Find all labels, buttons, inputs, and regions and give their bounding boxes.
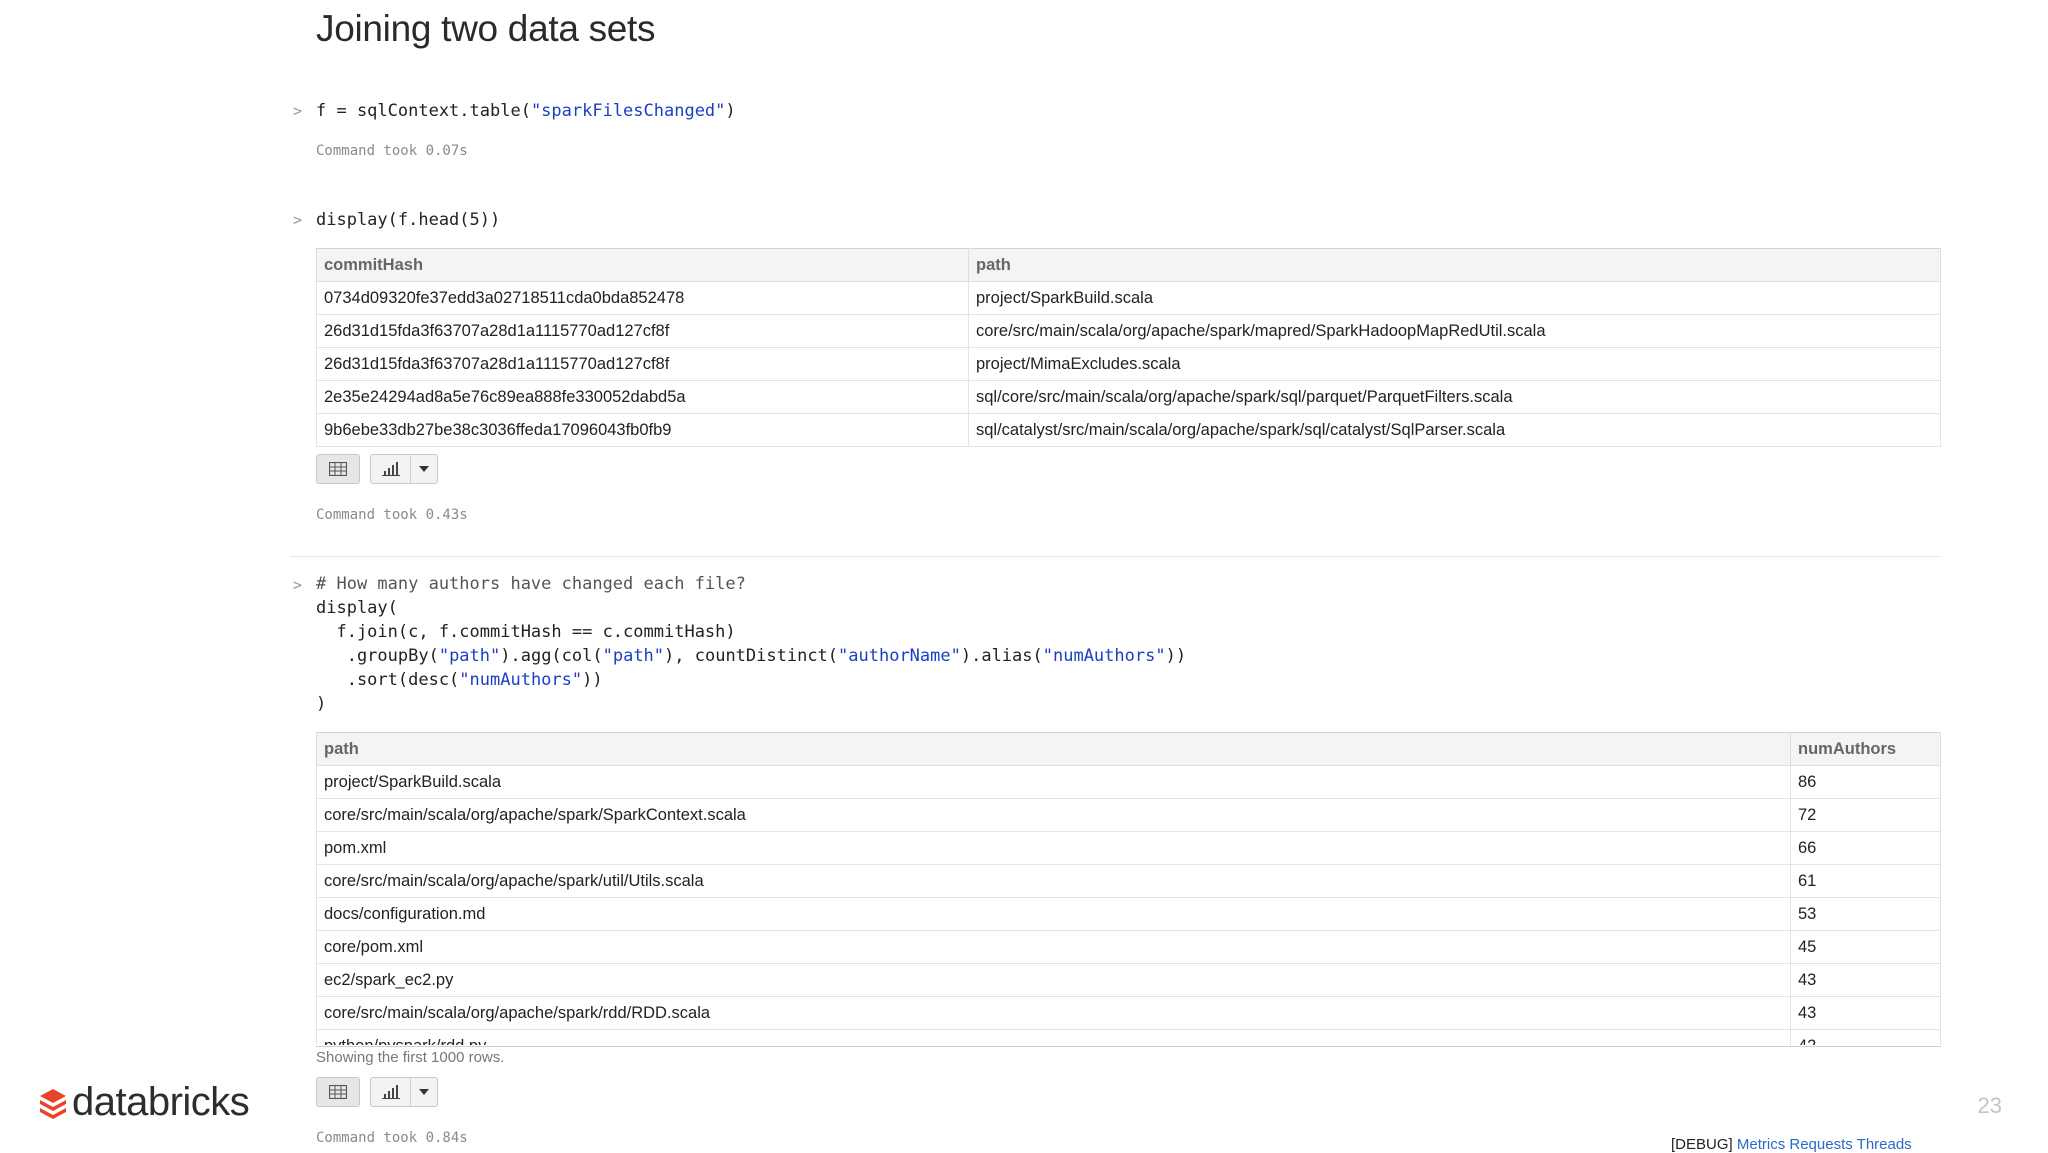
slide-title: Joining two data sets: [316, 8, 656, 49]
table-cell: core/src/main/scala/org/apache/spark/Spa…: [316, 798, 1791, 832]
table-cell: sql/catalyst/src/main/scala/org/apache/s…: [968, 413, 1941, 447]
result-table-commits: commitHash path 0734d09320fe37edd3a02718…: [316, 248, 1941, 447]
table-row: project/SparkBuild.scala 86: [316, 765, 1941, 799]
caret-down-icon[interactable]: [411, 1078, 437, 1106]
table-cell: core/src/main/scala/org/apache/spark/uti…: [316, 864, 1791, 898]
table-cell: 43: [1790, 996, 1941, 1030]
table-cell: 66: [1790, 831, 1941, 865]
table-row: 9b6ebe33db27be38c3036ffeda17096043fb0fb9…: [316, 413, 1941, 447]
table-cell: 45: [1790, 930, 1941, 964]
cell3-code[interactable]: # How many authors have changed each fil…: [316, 572, 1186, 716]
view-toggle-group: [316, 454, 438, 486]
table-cell: 43: [1790, 963, 1941, 997]
databricks-logo: databricks: [38, 1080, 250, 1125]
result-scroll-area[interactable]: path numAuthors project/SparkBuild.scala…: [316, 732, 1941, 1045]
table-header-row: path numAuthors: [316, 732, 1941, 766]
chart-view-button[interactable]: [370, 454, 438, 484]
table-row: core/pom.xml 45: [316, 930, 1941, 964]
table-cell: project/SparkBuild.scala: [316, 765, 1791, 799]
table-row: ec2/spark_ec2.py 43: [316, 963, 1941, 997]
column-header[interactable]: path: [968, 248, 1941, 282]
cell1-code[interactable]: f = sqlContext.table("sparkFilesChanged"…: [316, 99, 736, 123]
scroll-area-border: [316, 1046, 1941, 1047]
bar-chart-icon: [371, 1078, 412, 1106]
bar-chart-icon: [371, 455, 412, 483]
metrics-link[interactable]: Metrics: [1737, 1136, 1785, 1153]
cell-prompt: >: [293, 576, 303, 594]
column-header[interactable]: commitHash: [316, 248, 969, 282]
table-icon: [329, 462, 347, 476]
table-cell: project/SparkBuild.scala: [968, 281, 1941, 315]
cell-divider: [290, 556, 1941, 557]
cell-prompt: >: [293, 211, 303, 229]
command-took: Command took 0.07s: [316, 143, 468, 159]
table-cell: 9b6ebe33db27be38c3036ffeda17096043fb0fb9: [316, 413, 969, 447]
column-header[interactable]: numAuthors: [1790, 732, 1941, 766]
table-cell: pom.xml: [316, 831, 1791, 865]
table-cell: 2e35e24294ad8a5e76c89ea888fe330052dabd5a: [316, 380, 969, 414]
table-cell: core/pom.xml: [316, 930, 1791, 964]
table-cell: project/MimaExcludes.scala: [968, 347, 1941, 381]
table-cell: 0734d09320fe37edd3a02718511cda0bda852478: [316, 281, 969, 315]
table-row: core/src/main/scala/org/apache/spark/uti…: [316, 864, 1941, 898]
caret-down-icon[interactable]: [411, 455, 437, 483]
table-row: 26d31d15fda3f63707a28d1a1115770ad127cf8f…: [316, 347, 1941, 381]
table-cell: sql/core/src/main/scala/org/apache/spark…: [968, 380, 1941, 414]
debug-label: [DEBUG]: [1671, 1136, 1733, 1153]
code-line: f.join(c, f.commitHash == c.commitHash): [316, 622, 736, 642]
chart-view-button[interactable]: [370, 1077, 438, 1107]
column-header[interactable]: path: [316, 732, 1791, 766]
table-cell: core/src/main/scala/org/apache/spark/rdd…: [316, 996, 1791, 1030]
table-cell: 86: [1790, 765, 1941, 799]
table-cell: python/pyspark/rdd.py: [316, 1029, 1791, 1045]
table-cell: 26d31d15fda3f63707a28d1a1115770ad127cf8f: [316, 347, 969, 381]
code-text: ): [725, 101, 736, 121]
table-icon: [329, 1085, 347, 1099]
table-cell: 26d31d15fda3f63707a28d1a1115770ad127cf8f: [316, 314, 969, 348]
view-toggle-group: [316, 1077, 438, 1109]
table-row: docs/configuration.md 53: [316, 897, 1941, 931]
showing-rows-note: Showing the first 1000 rows.: [316, 1049, 505, 1066]
databricks-logo-icon: [40, 1088, 66, 1119]
result-table-authors: path numAuthors project/SparkBuild.scala…: [316, 732, 1941, 1045]
table-cell: core/src/main/scala/org/apache/spark/map…: [968, 314, 1941, 348]
cell-prompt: >: [293, 102, 303, 120]
table-row: core/src/main/scala/org/apache/spark/rdd…: [316, 996, 1941, 1030]
code-line: display(: [316, 598, 398, 618]
table-cell: 72: [1790, 798, 1941, 832]
logo-text: databricks: [72, 1080, 250, 1124]
code-string: "sparkFilesChanged": [530, 101, 726, 121]
cell2-code[interactable]: display(f.head(5)): [316, 208, 500, 232]
table-row: 26d31d15fda3f63707a28d1a1115770ad127cf8f…: [316, 314, 1941, 348]
command-took: Command took 0.43s: [316, 507, 468, 523]
code-line: .sort(desc("numAuthors")): [316, 670, 603, 690]
table-cell: 61: [1790, 864, 1941, 898]
table-cell: docs/configuration.md: [316, 897, 1791, 931]
code-line: .groupBy("path").agg(col("path"), countD…: [316, 646, 1187, 666]
command-took: Command took 0.84s: [316, 1130, 468, 1146]
table-cell: 53: [1790, 897, 1941, 931]
table-row: 2e35e24294ad8a5e76c89ea888fe330052dabd5a…: [316, 380, 1941, 414]
code-comment: # How many authors have changed each fil…: [316, 574, 746, 594]
page-number: 23: [1977, 1093, 2002, 1118]
table-cell: 42: [1790, 1029, 1941, 1045]
table-row: python/pyspark/rdd.py42: [316, 1029, 1941, 1045]
threads-link[interactable]: Threads: [1857, 1136, 1912, 1153]
table-row: core/src/main/scala/org/apache/spark/Spa…: [316, 798, 1941, 832]
table-cell: ec2/spark_ec2.py: [316, 963, 1791, 997]
code-text: f = sqlContext.table(: [316, 101, 531, 121]
table-view-button[interactable]: [316, 1077, 360, 1107]
debug-links: [DEBUG] Metrics Requests Threads: [1671, 1136, 1912, 1153]
table-row: pom.xml 66: [316, 831, 1941, 865]
table-header-row: commitHash path: [316, 248, 1941, 282]
table-row: 0734d09320fe37edd3a02718511cda0bda852478…: [316, 281, 1941, 315]
requests-link[interactable]: Requests: [1789, 1136, 1852, 1153]
code-line: ): [316, 694, 327, 714]
table-view-button[interactable]: [316, 454, 360, 484]
